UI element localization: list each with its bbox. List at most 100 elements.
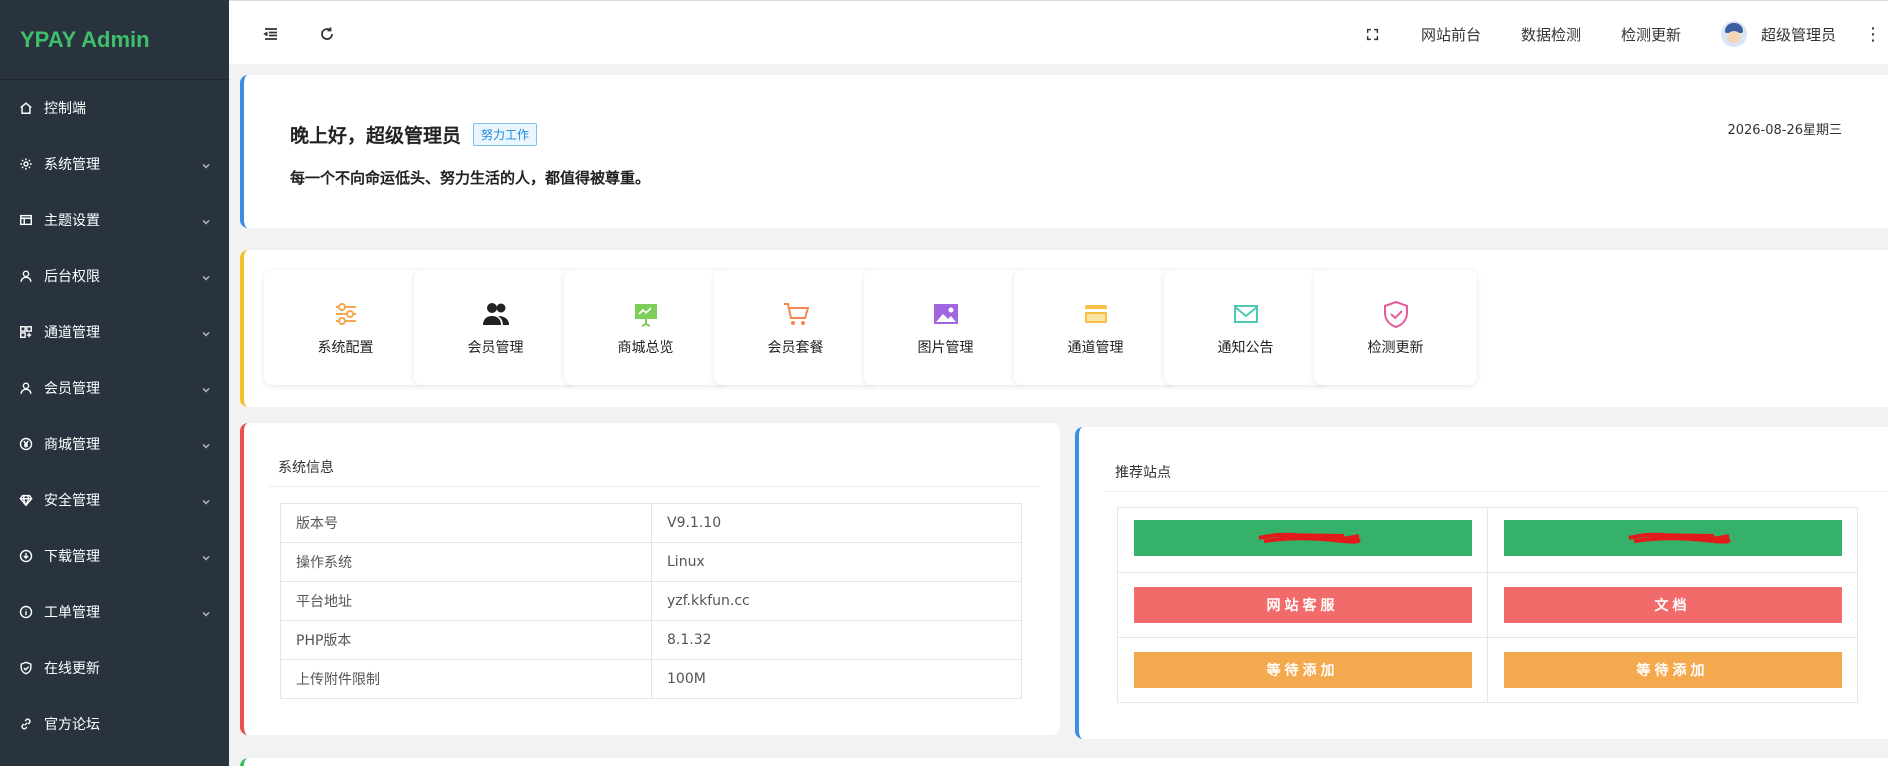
sidebar-item-console[interactable]: 控制端 (0, 80, 229, 136)
redaction-mark (1258, 532, 1360, 544)
home-icon (18, 100, 34, 116)
shortcut-check-update[interactable]: 检测更新 (1314, 270, 1477, 385)
greeting-row: 晚上好，超级管理员 努力工作 (290, 121, 538, 148)
divider (268, 486, 1040, 487)
check-update-link[interactable]: 检测更新 (1601, 4, 1701, 64)
app-logo[interactable]: YPAY Admin (0, 0, 229, 80)
info-value: 100M (651, 659, 1022, 699)
site-link-button[interactable] (1133, 520, 1472, 556)
sidebar-item-online-update[interactable]: 在线更新 (0, 640, 229, 696)
shortcut-channel-manage[interactable]: 通道管理 (1014, 270, 1177, 385)
site-link-button[interactable]: 等待添加 (1503, 652, 1842, 688)
shield-check-icon (18, 660, 34, 676)
welcome-card: 晚上好，超级管理员 努力工作 每一个不向命运低头、努力生活的人，都值得被尊重。 … (240, 75, 1888, 228)
grid-cell: 等待添加 (1117, 637, 1488, 703)
system-info-title: 系统信息 (278, 460, 334, 476)
grid-row (1117, 507, 1858, 573)
image-icon (933, 303, 958, 324)
table-row: 平台地址 yzf.kkfun.cc (280, 581, 1022, 621)
sidebar-item-label: 控制端 (44, 101, 86, 117)
sidebar-item-ticket[interactable]: 工单管理 (0, 584, 229, 640)
diamond-icon (18, 492, 34, 508)
chevron-down-icon (201, 551, 211, 561)
user-name: 超级管理员 (1760, 25, 1836, 44)
collapse-menu-icon[interactable] (251, 14, 291, 54)
fullscreen-icon[interactable] (1353, 14, 1393, 54)
shortcut-member-manage[interactable]: 会员管理 (414, 270, 577, 385)
chevron-down-icon (201, 495, 211, 505)
grid-cell (1117, 507, 1488, 573)
data-check-link[interactable]: 数据检测 (1501, 4, 1601, 64)
shortcut-label: 通道管理 (1067, 339, 1124, 356)
site-link-button[interactable]: 网站客服 (1133, 587, 1472, 623)
sidebar-item-label: 工单管理 (44, 605, 100, 621)
shortcut-label: 商城总览 (617, 339, 674, 356)
info-value: yzf.kkfun.cc (651, 581, 1022, 621)
info-value: Linux (651, 542, 1022, 582)
sidebar-item-system[interactable]: 系统管理 (0, 136, 229, 192)
sidebar-item-label: 会员管理 (44, 381, 100, 397)
system-info-table: 版本号 V9.1.10 操作系统 Linux 平台地址 yzf.kkfun.cc PHP版本… (280, 503, 1022, 699)
sidebar-item-member[interactable]: 会员管理 (0, 360, 229, 416)
site-frontend-link[interactable]: 网站前台 (1401, 4, 1501, 64)
sidebar-item-forum[interactable]: 官方论坛 (0, 696, 229, 752)
info-key: 操作系统 (280, 542, 652, 582)
gear-icon (18, 156, 34, 172)
user-menu[interactable]: 超级管理员 (1701, 21, 1858, 47)
shortcut-notice[interactable]: 通知公告 (1164, 270, 1327, 385)
info-icon (18, 604, 34, 620)
sidebar-item-label: 系统管理 (44, 157, 100, 173)
table-row: 上传附件限制 100M (280, 659, 1022, 699)
info-key: 上传附件限制 (280, 659, 652, 699)
grid-row: 网站客服 文档 (1117, 572, 1858, 638)
shortcut-mall-overview[interactable]: 商城总览 (564, 270, 727, 385)
sidebar-item-mall[interactable]: 商城管理 (0, 416, 229, 472)
system-info-card: 系统信息 版本号 V9.1.10 操作系统 Linux 平台地址 yzf.kkfun.cc… (240, 423, 1060, 735)
yen-icon (18, 436, 34, 452)
redaction-mark (1628, 532, 1730, 544)
site-link-button[interactable] (1503, 520, 1842, 556)
recommended-sites-grid: 网站客服 文档 等待添加 等待添加 (1117, 507, 1858, 703)
top-header: 网站前台 数据检测 检测更新 超级管理员 ⋮ (229, 4, 1888, 64)
chevron-down-icon (201, 383, 211, 393)
sidebar-item-label: 安全管理 (44, 493, 100, 509)
card-icon (1084, 304, 1107, 323)
sidebar-item-download[interactable]: 下载管理 (0, 528, 229, 584)
divider (1105, 491, 1888, 492)
link-icon (18, 716, 34, 732)
shortcut-member-package[interactable]: 会员套餐 (714, 270, 877, 385)
shortcut-label: 会员套餐 (767, 339, 824, 356)
info-key: PHP版本 (280, 620, 652, 660)
shortcut-image-manage[interactable]: 图片管理 (864, 270, 1027, 385)
chevron-down-icon (201, 607, 211, 617)
avatar (1720, 21, 1747, 47)
shortcut-label: 检测更新 (1367, 339, 1424, 356)
sidebar-item-channel[interactable]: 通道管理 (0, 304, 229, 360)
sidebar-item-theme[interactable]: 主题设置 (0, 192, 229, 248)
site-link-button[interactable]: 等待添加 (1133, 652, 1472, 688)
sidebar-item-permission[interactable]: 后台权限 (0, 248, 229, 304)
more-options-icon[interactable]: ⋮ (1858, 24, 1888, 45)
table-row: PHP版本 8.1.32 (280, 620, 1022, 660)
grid-cell: 等待添加 (1487, 637, 1858, 703)
info-value: V9.1.10 (651, 503, 1022, 543)
shortcuts-card: 系统配置 会员管理 商城总览 会员套餐 图片管理 通道管理 通知公告 检测更新 (240, 250, 1888, 407)
sidebar-item-label: 在线更新 (44, 661, 100, 677)
download-icon (18, 548, 34, 564)
shortcut-system-config[interactable]: 系统配置 (264, 270, 427, 385)
grid-cell: 网站客服 (1117, 572, 1488, 638)
refresh-icon[interactable] (307, 14, 347, 54)
layout-icon (18, 212, 34, 228)
site-link-button[interactable]: 文档 (1503, 587, 1842, 623)
shortcut-label: 会员管理 (467, 339, 524, 356)
status-badge: 努力工作 (473, 123, 538, 146)
sidebar-item-security[interactable]: 安全管理 (0, 472, 229, 528)
sidebar-menu: 控制端系统管理主题设置后台权限通道管理会员管理商城管理安全管理下载管理工单管理在… (0, 80, 229, 752)
chevron-down-icon (201, 271, 211, 281)
user-icon (18, 380, 34, 396)
chevron-down-icon (201, 159, 211, 169)
user-icon (18, 268, 34, 284)
chevron-down-icon (201, 439, 211, 449)
table-row: 版本号 V9.1.10 (280, 503, 1022, 543)
sidebar-item-label: 后台权限 (44, 269, 100, 285)
